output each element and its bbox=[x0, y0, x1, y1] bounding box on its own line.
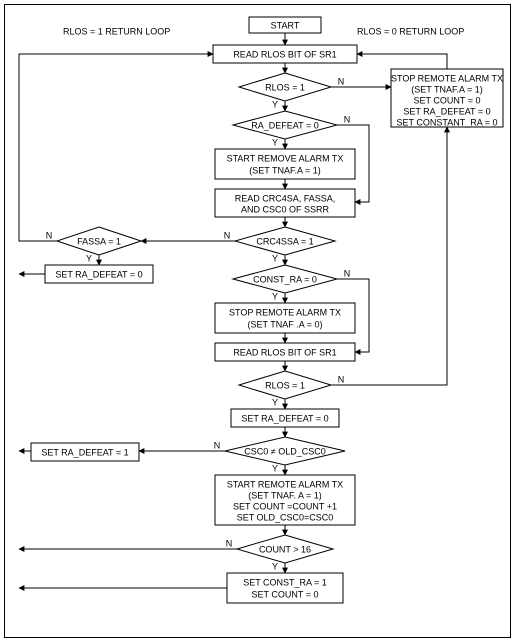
stop-remote-l4: SET CONSTANT_RA = 0 bbox=[397, 117, 498, 127]
y-label-4: Y bbox=[86, 253, 92, 263]
node-d-crc4ssa: CRC4SSA = 1 bbox=[235, 227, 335, 255]
n-label-8: N bbox=[226, 538, 233, 548]
y-label-7: Y bbox=[272, 463, 278, 473]
n-label-2: N bbox=[344, 114, 351, 124]
node-d-const-ra: CONST_RA = 0 bbox=[233, 265, 337, 293]
n-label-3: N bbox=[224, 230, 231, 240]
stop-remote-l3: SET RA_DEFEAT = 0 bbox=[403, 106, 490, 116]
node-d-fassa: FASSA = 1 bbox=[57, 227, 141, 255]
set-defeat1-text: SET RA_DEFEAT = 1 bbox=[41, 447, 128, 457]
d-csc0-text: CSC0 ≠ OLD_CSC0 bbox=[244, 446, 325, 456]
set-defeat0-b-text: SET RA_DEFEAT = 0 bbox=[241, 413, 328, 423]
node-start: START bbox=[249, 17, 321, 33]
read-sr1-b-text: READ RLOS BIT OF SR1 bbox=[233, 347, 336, 357]
start-rem-l1: (SET TNAF.A = 1) bbox=[249, 165, 320, 175]
flowchart-svg: START READ RLOS BIT OF SR1 RLOS = 1 Y N … bbox=[5, 5, 510, 637]
y-label-5: Y bbox=[272, 291, 278, 301]
n-label-6: N bbox=[338, 374, 345, 384]
node-d-rlos-b: RLOS = 1 bbox=[239, 371, 331, 399]
node-set-const: SET CONST_RA = 1 SET COUNT = 0 bbox=[227, 573, 343, 603]
read-sr1-a-text: READ RLOS BIT OF SR1 bbox=[233, 49, 336, 59]
start-alarm-l3: SET OLD_CSC0=CSC0 bbox=[237, 512, 334, 522]
stop-remote-l2: SET COUNT = 0 bbox=[414, 95, 481, 105]
node-read-sr1-b: READ RLOS BIT OF SR1 bbox=[215, 343, 355, 361]
y-label-6: Y bbox=[272, 397, 278, 407]
diagram-frame: START READ RLOS BIT OF SR1 RLOS = 1 Y N … bbox=[4, 4, 511, 638]
start-rem-l0: START REMOVE ALARM TX bbox=[227, 153, 344, 163]
node-start-alarm: START REMOTE ALARM TX (SET TNAF. A = 1) … bbox=[215, 475, 355, 525]
node-stop-tx: STOP REMOTE ALARM TX (SET TNAF .A = 0) bbox=[215, 303, 355, 333]
d-count-text: COUNT > 16 bbox=[259, 544, 311, 554]
set-defeat0-a-text: SET RA_DEFEAT = 0 bbox=[55, 269, 142, 279]
read-ssrr-l0: READ CRC4SA, FASSA, bbox=[235, 193, 336, 203]
node-d-ra-defeat: RA_DEFEAT = 0 bbox=[233, 111, 337, 139]
d-const-ra-text: CONST_RA = 0 bbox=[253, 274, 317, 284]
node-d-count: COUNT > 16 bbox=[237, 535, 333, 563]
set-const-l1: SET COUNT = 0 bbox=[252, 589, 319, 599]
n-label-5: N bbox=[344, 268, 351, 278]
read-ssrr-l1: AND CSC0 OF SSRR bbox=[241, 204, 330, 214]
node-read-ssrr: READ CRC4SA, FASSA, AND CSC0 OF SSRR bbox=[215, 189, 355, 217]
d-crc4ssa-text: CRC4SSA = 1 bbox=[256, 236, 313, 246]
d-fassa-text: FASSA = 1 bbox=[77, 236, 121, 246]
y-label-2: Y bbox=[272, 137, 278, 147]
y-label-8: Y bbox=[272, 561, 278, 571]
loop-right-label: RLOS = 0 RETURN LOOP bbox=[357, 26, 464, 36]
n-label-4: N bbox=[46, 230, 53, 240]
d-ra-defeat-text: RA_DEFEAT = 0 bbox=[251, 120, 318, 130]
loop-left-label: RLOS = 1 RETURN LOOP bbox=[63, 26, 170, 36]
node-set-defeat0-a: SET RA_DEFEAT = 0 bbox=[45, 265, 153, 283]
stop-remote-l0: STOP REMOTE ALARM TX bbox=[391, 73, 503, 83]
node-start-remove: START REMOVE ALARM TX (SET TNAF.A = 1) bbox=[215, 149, 355, 179]
node-read-sr1-a: READ RLOS BIT OF SR1 bbox=[213, 45, 357, 63]
stop-remote-l1: (SET TNAF.A = 1) bbox=[411, 84, 482, 94]
node-stop-remote: STOP REMOTE ALARM TX (SET TNAF.A = 1) SE… bbox=[391, 69, 503, 127]
start-alarm-l0: START REMOTE ALARM TX bbox=[227, 479, 343, 489]
d-rlos-b-text: RLOS = 1 bbox=[265, 380, 305, 390]
set-const-l0: SET CONST_RA = 1 bbox=[243, 577, 327, 587]
node-set-defeat1: SET RA_DEFEAT = 1 bbox=[31, 443, 139, 461]
start-alarm-l1: (SET TNAF. A = 1) bbox=[248, 490, 321, 500]
y-label: Y bbox=[272, 99, 278, 109]
y-label-3: Y bbox=[272, 253, 278, 263]
start-alarm-l2: SET COUNT =COUNT +1 bbox=[233, 501, 337, 511]
n-label-7: N bbox=[214, 440, 221, 450]
node-d-rlos-a: RLOS = 1 bbox=[239, 73, 331, 101]
d-rlos-a-text: RLOS = 1 bbox=[265, 82, 305, 92]
stop-tx-l0: STOP REMOTE ALARM TX bbox=[229, 307, 341, 317]
node-set-defeat0-b: SET RA_DEFEAT = 0 bbox=[231, 409, 339, 427]
stop-tx-l1: (SET TNAF .A = 0) bbox=[248, 319, 323, 329]
n-label: N bbox=[338, 76, 345, 86]
start-text: START bbox=[271, 20, 300, 30]
node-d-csc0: CSC0 ≠ OLD_CSC0 bbox=[225, 437, 345, 465]
